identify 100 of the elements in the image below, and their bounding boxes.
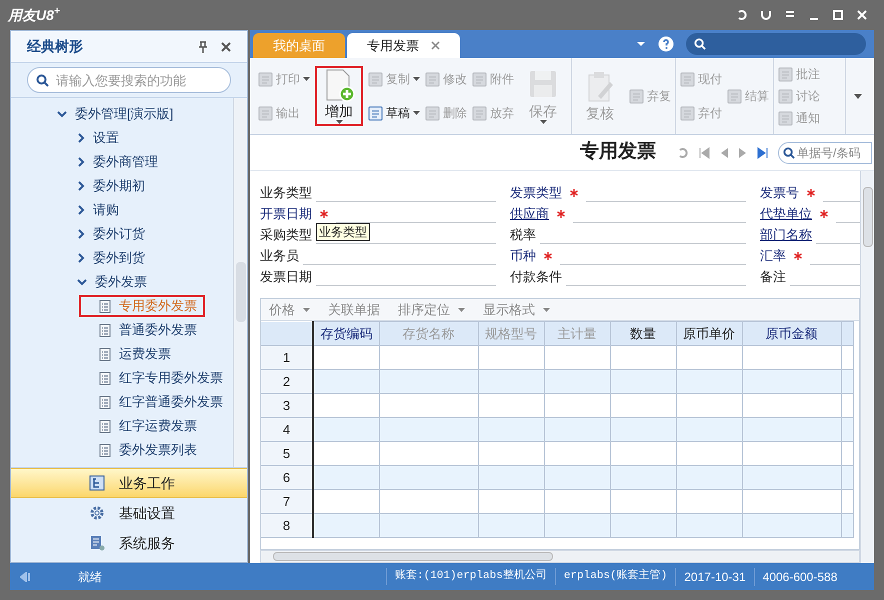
row-number: 4	[261, 418, 313, 442]
caret-right-icon	[77, 229, 85, 239]
caret-icon[interactable]	[854, 94, 862, 98]
search-field[interactable]: 请输入您要搜索的功能	[27, 67, 231, 93]
column-header[interactable]: 原币金额	[742, 322, 841, 346]
nav-item[interactable]: 业务工作	[11, 468, 247, 498]
caret-icon[interactable]	[636, 41, 646, 47]
account-label: 账套:(101)erplabs整机公司	[386, 568, 555, 585]
caret-down-icon	[57, 110, 67, 118]
caret-right-icon	[77, 181, 85, 191]
table-cell[interactable]	[379, 514, 478, 538]
refresh-icon[interactable]	[677, 146, 689, 158]
toolbar-button[interactable]: 增加	[315, 66, 363, 126]
panel-title: 经典树形	[27, 37, 83, 56]
field-label: 采购类型	[260, 226, 312, 244]
tree-item[interactable]: 红字普通委外发票	[79, 391, 231, 413]
document-search-field[interactable]: 单据号/条码	[778, 142, 872, 164]
tree-item[interactable]: 红字运费发票	[79, 415, 205, 437]
table-cell[interactable]	[478, 514, 544, 538]
search-field[interactable]	[686, 33, 866, 55]
tree-item[interactable]: 委外发票列表	[79, 439, 205, 461]
field-label: 业务类型	[260, 184, 312, 202]
field-label: 业务员	[260, 246, 299, 264]
document-icon	[258, 106, 273, 120]
document-icon	[99, 396, 111, 408]
u-shape-icon[interactable]	[760, 9, 772, 21]
table-cell[interactable]	[676, 514, 742, 538]
vertical-scrollbar[interactable]	[860, 171, 874, 563]
undo-icon[interactable]	[736, 9, 748, 21]
toolbar-button[interactable]: 草稿	[368, 104, 420, 122]
row-number: 7	[261, 490, 313, 514]
row-number: 5	[261, 442, 313, 466]
document-icon	[99, 444, 111, 456]
document-icon	[472, 72, 487, 86]
horizontal-scrollbar[interactable]	[260, 550, 860, 563]
scrollbar[interactable]	[233, 98, 247, 467]
next-record-icon[interactable]	[738, 146, 748, 158]
caret-icon	[303, 77, 310, 81]
tree-item[interactable]: 委外商管理	[77, 152, 158, 172]
user-label: erplabs(账套主管)	[554, 568, 676, 585]
close-icon[interactable]	[221, 42, 231, 52]
pin-icon[interactable]	[197, 40, 209, 52]
search-icon	[783, 146, 795, 158]
last-record-icon[interactable]	[757, 146, 769, 158]
document-icon	[99, 372, 111, 384]
date-label: 2017-10-31	[675, 568, 754, 586]
collapse-arrow-icon[interactable]	[20, 572, 32, 582]
field-link[interactable]: 部门名称	[760, 224, 812, 244]
required-asterisk-icon	[794, 252, 802, 260]
tree-item[interactable]: 请购	[77, 200, 119, 220]
caret-down-icon	[77, 278, 87, 286]
tooltip: 业务类型	[316, 223, 370, 241]
close-icon[interactable]	[431, 41, 440, 50]
server-gear-icon	[89, 535, 105, 551]
tree-item[interactable]: 委外订货	[77, 224, 145, 244]
caret-icon	[413, 111, 420, 115]
maximize-icon[interactable]	[832, 9, 844, 21]
document-title: 专用发票	[580, 140, 656, 164]
field-label: 付款条件	[510, 268, 562, 286]
nav-item[interactable]: 系统服务	[11, 528, 247, 558]
search-icon	[694, 38, 706, 50]
caret-icon	[413, 77, 420, 81]
previous-record-icon[interactable]	[719, 146, 729, 158]
tree-item[interactable]: 设置	[77, 128, 119, 148]
gear-icon	[89, 505, 105, 521]
table-cell[interactable]	[742, 514, 841, 538]
table-cell[interactable]	[313, 514, 379, 538]
required-asterisk-icon	[544, 252, 552, 260]
document-icon	[425, 106, 440, 120]
row-number: 3	[261, 394, 313, 418]
tree-item[interactable]: 委外发票	[77, 272, 147, 292]
status-text: 就绪	[78, 568, 103, 586]
help-icon[interactable]	[658, 36, 674, 52]
tree-item[interactable]: 普通委外发票	[79, 319, 205, 341]
document-icon	[680, 106, 695, 120]
document-icon	[472, 106, 487, 120]
caret-right-icon	[77, 133, 85, 143]
field-link[interactable]: 代垫单位	[760, 204, 812, 223]
table-cell[interactable]	[544, 514, 610, 538]
caret-right-icon	[77, 253, 85, 263]
tab[interactable]: 专用发票	[347, 33, 460, 58]
field-label: 发票日期	[260, 268, 312, 286]
first-record-icon[interactable]	[698, 146, 710, 158]
document-icon	[99, 348, 111, 360]
document-icon	[99, 300, 111, 312]
tree-item[interactable]: 委外管理[演示版]	[57, 104, 174, 124]
phone-label: 4006-600-588	[754, 568, 846, 586]
field-link[interactable]: 供应商	[510, 204, 549, 223]
nav-item[interactable]: 基础设置	[11, 498, 247, 528]
document-icon	[99, 324, 111, 336]
tree-item[interactable]: 运费发票	[79, 343, 179, 365]
document-icon	[778, 110, 793, 126]
row-number: 2	[261, 370, 313, 394]
tree-item[interactable]: 委外期初	[77, 176, 145, 196]
required-asterisk-icon	[820, 210, 828, 218]
table-cell[interactable]	[610, 514, 676, 538]
caret-icon	[303, 308, 310, 312]
tree-item[interactable]: 红字专用委外发票	[79, 367, 231, 389]
tree-item[interactable]: 委外到货	[77, 248, 145, 268]
document-icon	[99, 420, 111, 432]
